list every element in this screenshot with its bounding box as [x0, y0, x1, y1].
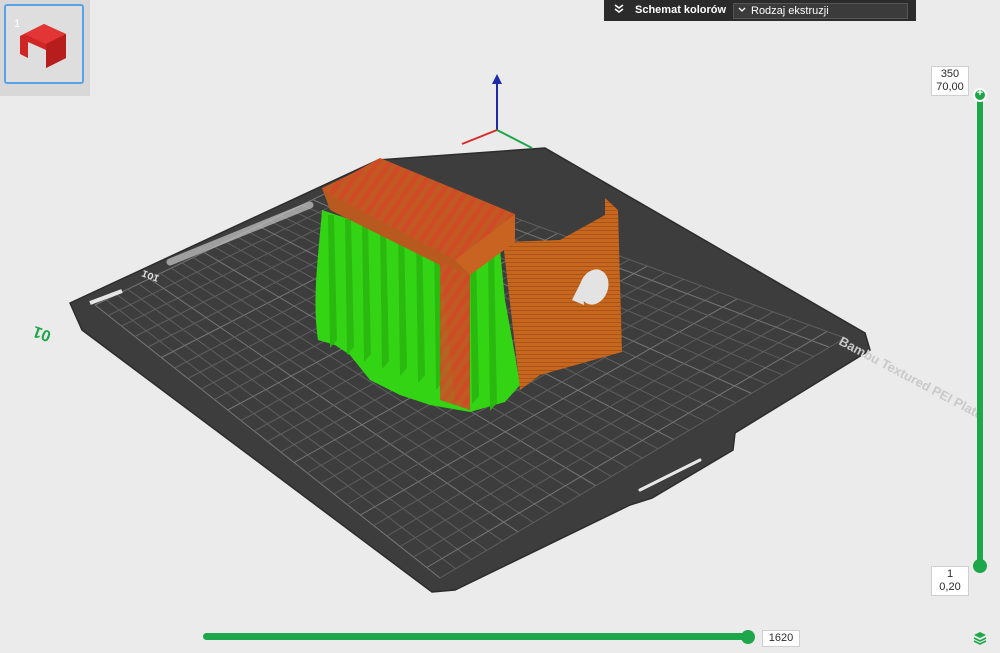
layer-slider-top-handle[interactable]: +	[973, 87, 987, 102]
plate-logo-text: Bambu Textured PEI Plate	[837, 333, 986, 422]
layer-slider-bottom-label: 1 0,20	[931, 566, 969, 596]
color-scheme-title: Schemat kolorów	[635, 4, 727, 16]
layer-slider-track[interactable]	[977, 95, 983, 567]
move-slider-value: 1620	[762, 630, 800, 647]
layer-slider-bottom-handle[interactable]	[973, 559, 987, 573]
top-layer-height: 70,00	[936, 81, 964, 93]
bottom-layer-number: 1	[946, 568, 954, 580]
plate-thumbnail[interactable]: 1	[4, 4, 84, 84]
layers-icon[interactable]	[972, 630, 988, 646]
plate-thumbnail-panel: 1	[0, 0, 90, 96]
axis-gizmo	[461, 74, 533, 149]
top-layer-number: 350	[940, 68, 960, 80]
color-scheme-bar: Schemat kolorów Rodzaj ekstruzji	[604, 0, 916, 21]
color-scheme-value: Rodzaj ekstruzji	[751, 5, 829, 17]
plate-number: 01	[31, 322, 54, 344]
chevron-down-icon	[737, 4, 747, 19]
plus-icon: +	[976, 87, 984, 99]
bottom-layer-height: 0,20	[939, 581, 961, 593]
color-scheme-select[interactable]: Rodzaj ekstruzji	[733, 3, 908, 19]
3d-viewport[interactable]: Bambu Textured PEI Plate 01 IOI	[0, 0, 1000, 653]
move-slider-track[interactable]	[203, 633, 753, 640]
move-slider-handle[interactable]	[741, 630, 755, 644]
chevrons-down-icon[interactable]	[613, 3, 625, 18]
layer-slider-top-label: 350 70,00	[931, 66, 969, 96]
model-thumbnail-icon	[20, 24, 66, 68]
